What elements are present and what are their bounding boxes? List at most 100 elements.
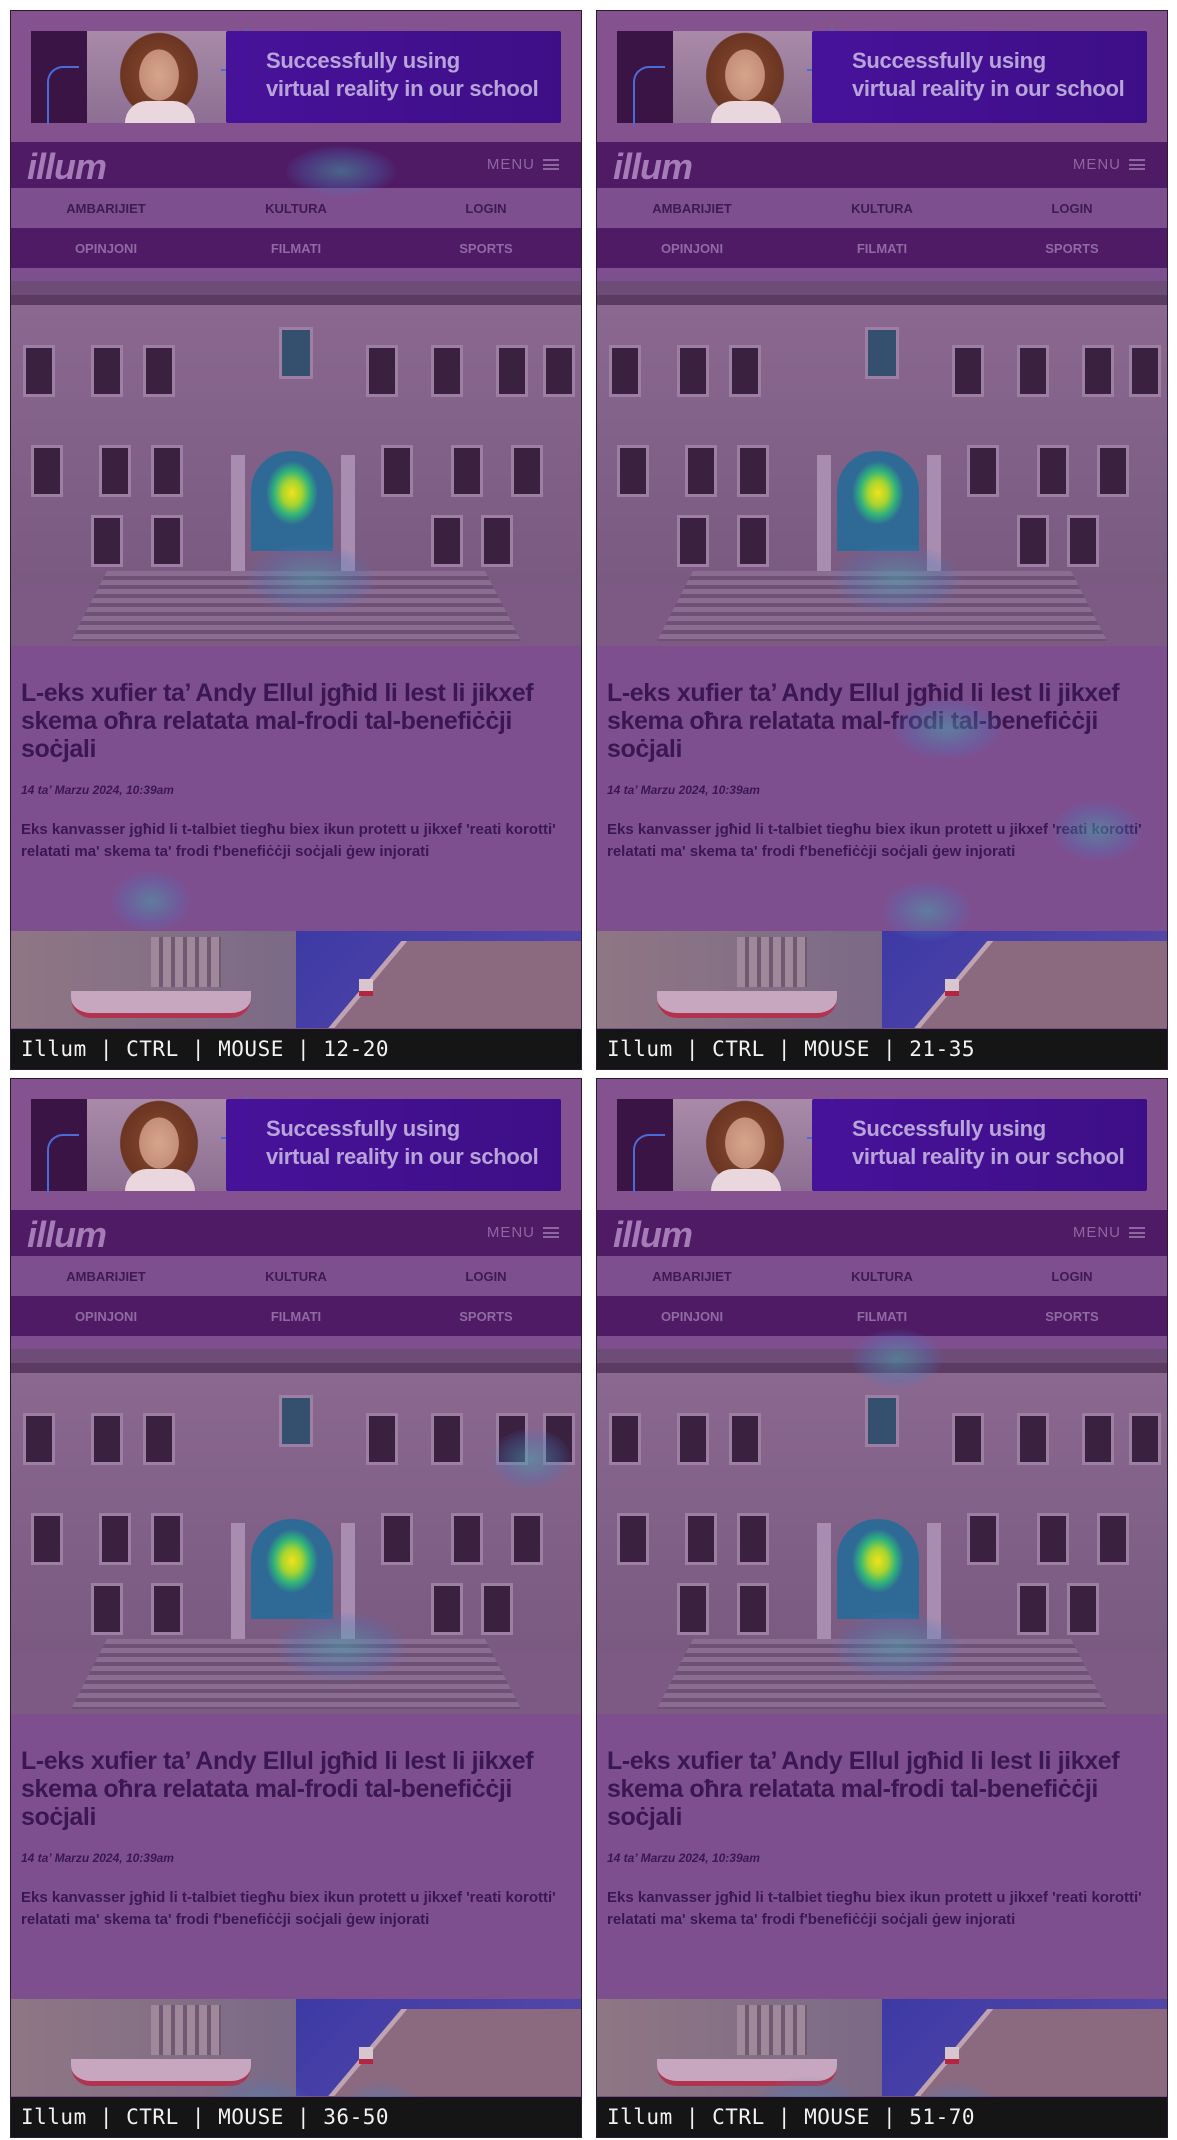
nav-item-opinjoni[interactable]: OPINJONI: [11, 1309, 201, 1324]
hamburger-icon: [543, 1227, 559, 1238]
advertisement-banner[interactable]: Successfully using virtual reality in ou…: [11, 11, 581, 142]
secondary-nav: OPINJONI FILMATI SPORTS: [597, 1296, 1167, 1336]
ad-text-box: Successfully using virtual reality in ou…: [226, 1099, 561, 1191]
nav-item-ambarijiet[interactable]: AMBARIJIET: [597, 201, 787, 216]
article-summary: Eks kanvasser jgħid li t-talbiet tiegħu …: [21, 821, 556, 860]
next-article-thumbnail[interactable]: [11, 931, 581, 1028]
nav-item-opinjoni[interactable]: OPINJONI: [597, 1309, 787, 1324]
secondary-nav: OPINJONI FILMATI SPORTS: [597, 228, 1167, 268]
article-date: 14 ta’ Marzu 2024, 10:39am: [607, 1851, 760, 1865]
ad-headline-line2: virtual reality in our school: [852, 76, 1125, 101]
ad-headline-line2: virtual reality in our school: [266, 1144, 539, 1169]
nav-item-kultura[interactable]: KULTURA: [201, 1269, 391, 1284]
heatmap-panel-3: Successfully using virtual reality in ou…: [10, 1078, 582, 2138]
nav-item-ambarijiet[interactable]: AMBARIJIET: [11, 201, 201, 216]
menu-label: MENU: [1072, 1224, 1121, 1241]
heatmap-panel-2: Successfully using virtual reality in ou…: [596, 10, 1168, 1070]
next-article-thumbnail[interactable]: [11, 1999, 581, 2096]
article-date: 14 ta’ Marzu 2024, 10:39am: [21, 783, 174, 797]
nav-item-login[interactable]: LOGIN: [391, 201, 581, 216]
article-hero-image[interactable]: [11, 281, 581, 646]
nav-item-filmati[interactable]: FILMATI: [201, 241, 391, 256]
next-article-thumbnail[interactable]: [597, 931, 1167, 1028]
ad-portrait-image: [673, 31, 817, 123]
advertisement-banner[interactable]: Successfully using virtual reality in ou…: [597, 11, 1167, 142]
article-date: 14 ta’ Marzu 2024, 10:39am: [21, 1851, 174, 1865]
nav-item-kultura[interactable]: KULTURA: [787, 201, 977, 216]
menu-button[interactable]: MENU: [487, 156, 559, 173]
site-logo[interactable]: illum: [27, 146, 107, 188]
article-hero-image[interactable]: [597, 281, 1167, 646]
ad-headline-line2: virtual reality in our school: [852, 1144, 1125, 1169]
flag-icon: [945, 979, 959, 996]
menu-label: MENU: [486, 156, 535, 173]
primary-nav: AMBARIJIET KULTURA LOGIN: [597, 1256, 1167, 1296]
article-hero-image[interactable]: [11, 1349, 581, 1714]
hamburger-icon: [1129, 1227, 1145, 1238]
article-date: 14 ta’ Marzu 2024, 10:39am: [607, 783, 760, 797]
heatmap-panel-1: Successfully using virtual reality in ou…: [10, 10, 582, 1070]
nav-item-kultura[interactable]: KULTURA: [201, 201, 391, 216]
article-headline[interactable]: L-eks xufier ta’ Andy Ellul jgħid li les…: [21, 1747, 576, 1831]
panel-caption: Illum | CTRL | MOUSE | 21-35: [597, 1029, 1167, 1069]
ad-headline-line1: Successfully using: [266, 48, 460, 73]
nav-item-opinjoni[interactable]: OPINJONI: [11, 241, 201, 256]
ad-text-box: Successfully using virtual reality in ou…: [226, 31, 561, 123]
nav-item-kultura[interactable]: KULTURA: [787, 1269, 977, 1284]
primary-nav: AMBARIJIET KULTURA LOGIN: [11, 188, 581, 228]
primary-nav: AMBARIJIET KULTURA LOGIN: [597, 188, 1167, 228]
nav-item-filmati[interactable]: FILMATI: [201, 1309, 391, 1324]
site-header: illum MENU: [597, 142, 1167, 188]
heatmap-hotspot-door: [251, 1519, 333, 1619]
nav-item-sports[interactable]: SPORTS: [391, 241, 581, 256]
flag-icon: [945, 2047, 959, 2064]
panel-caption: Illum | CTRL | MOUSE | 51-70: [597, 2097, 1167, 2137]
nav-item-login[interactable]: LOGIN: [391, 1269, 581, 1284]
hamburger-icon: [543, 159, 559, 170]
nav-item-sports[interactable]: SPORTS: [977, 241, 1167, 256]
heatmap-hotspot-door: [251, 451, 333, 551]
site-logo[interactable]: illum: [613, 146, 693, 188]
advertisement-banner[interactable]: Successfully using virtual reality in ou…: [597, 1079, 1167, 1210]
hamburger-icon: [1129, 159, 1145, 170]
nav-item-ambarijiet[interactable]: AMBARIJIET: [597, 1269, 787, 1284]
ad-headline-line1: Successfully using: [266, 1116, 460, 1141]
panel-caption: Illum | CTRL | MOUSE | 12-20: [11, 1029, 581, 1069]
menu-button[interactable]: MENU: [487, 1224, 559, 1241]
site-header: illum MENU: [11, 1210, 581, 1256]
article-headline[interactable]: L-eks xufier ta’ Andy Ellul jgħid li les…: [607, 1747, 1162, 1831]
menu-label: MENU: [486, 1224, 535, 1241]
ad-decoration-line: [633, 66, 665, 125]
heatmap-hotspot-door: [837, 1519, 919, 1619]
ad-portrait-image: [87, 31, 231, 123]
ad-text-box: Successfully using virtual reality in ou…: [812, 1099, 1147, 1191]
site-logo[interactable]: illum: [27, 1214, 107, 1256]
nav-item-login[interactable]: LOGIN: [977, 1269, 1167, 1284]
article-summary: Eks kanvasser jgħid li t-talbiet tiegħu …: [607, 1889, 1142, 1928]
nav-item-filmati[interactable]: FILMATI: [787, 1309, 977, 1324]
nav-item-login[interactable]: LOGIN: [977, 201, 1167, 216]
article-summary: Eks kanvasser jgħid li t-talbiet tiegħu …: [21, 1889, 556, 1928]
ad-text-box: Successfully using virtual reality in ou…: [812, 31, 1147, 123]
ad-decoration-line: [47, 66, 79, 125]
site-logo[interactable]: illum: [613, 1214, 693, 1256]
next-article-thumbnail[interactable]: [597, 1999, 1167, 2096]
heatmap-hotspot-door: [837, 451, 919, 551]
advertisement-banner[interactable]: Successfully using virtual reality in ou…: [11, 1079, 581, 1210]
heatmap-blob: [111, 871, 191, 931]
site-header: illum MENU: [597, 1210, 1167, 1256]
nav-item-sports[interactable]: SPORTS: [977, 1309, 1167, 1324]
nav-item-ambarijiet[interactable]: AMBARIJIET: [11, 1269, 201, 1284]
ad-headline-line1: Successfully using: [852, 48, 1046, 73]
ad-decoration-line: [633, 1134, 665, 1193]
menu-button[interactable]: MENU: [1073, 156, 1145, 173]
nav-item-sports[interactable]: SPORTS: [391, 1309, 581, 1324]
article-hero-image[interactable]: [597, 1349, 1167, 1714]
menu-button[interactable]: MENU: [1073, 1224, 1145, 1241]
primary-nav: AMBARIJIET KULTURA LOGIN: [11, 1256, 581, 1296]
nav-item-filmati[interactable]: FILMATI: [787, 241, 977, 256]
flag-icon: [359, 2047, 373, 2064]
nav-item-opinjoni[interactable]: OPINJONI: [597, 241, 787, 256]
article-headline[interactable]: L-eks xufier ta’ Andy Ellul jgħid li les…: [607, 679, 1162, 763]
article-headline[interactable]: L-eks xufier ta’ Andy Ellul jgħid li les…: [21, 679, 576, 763]
